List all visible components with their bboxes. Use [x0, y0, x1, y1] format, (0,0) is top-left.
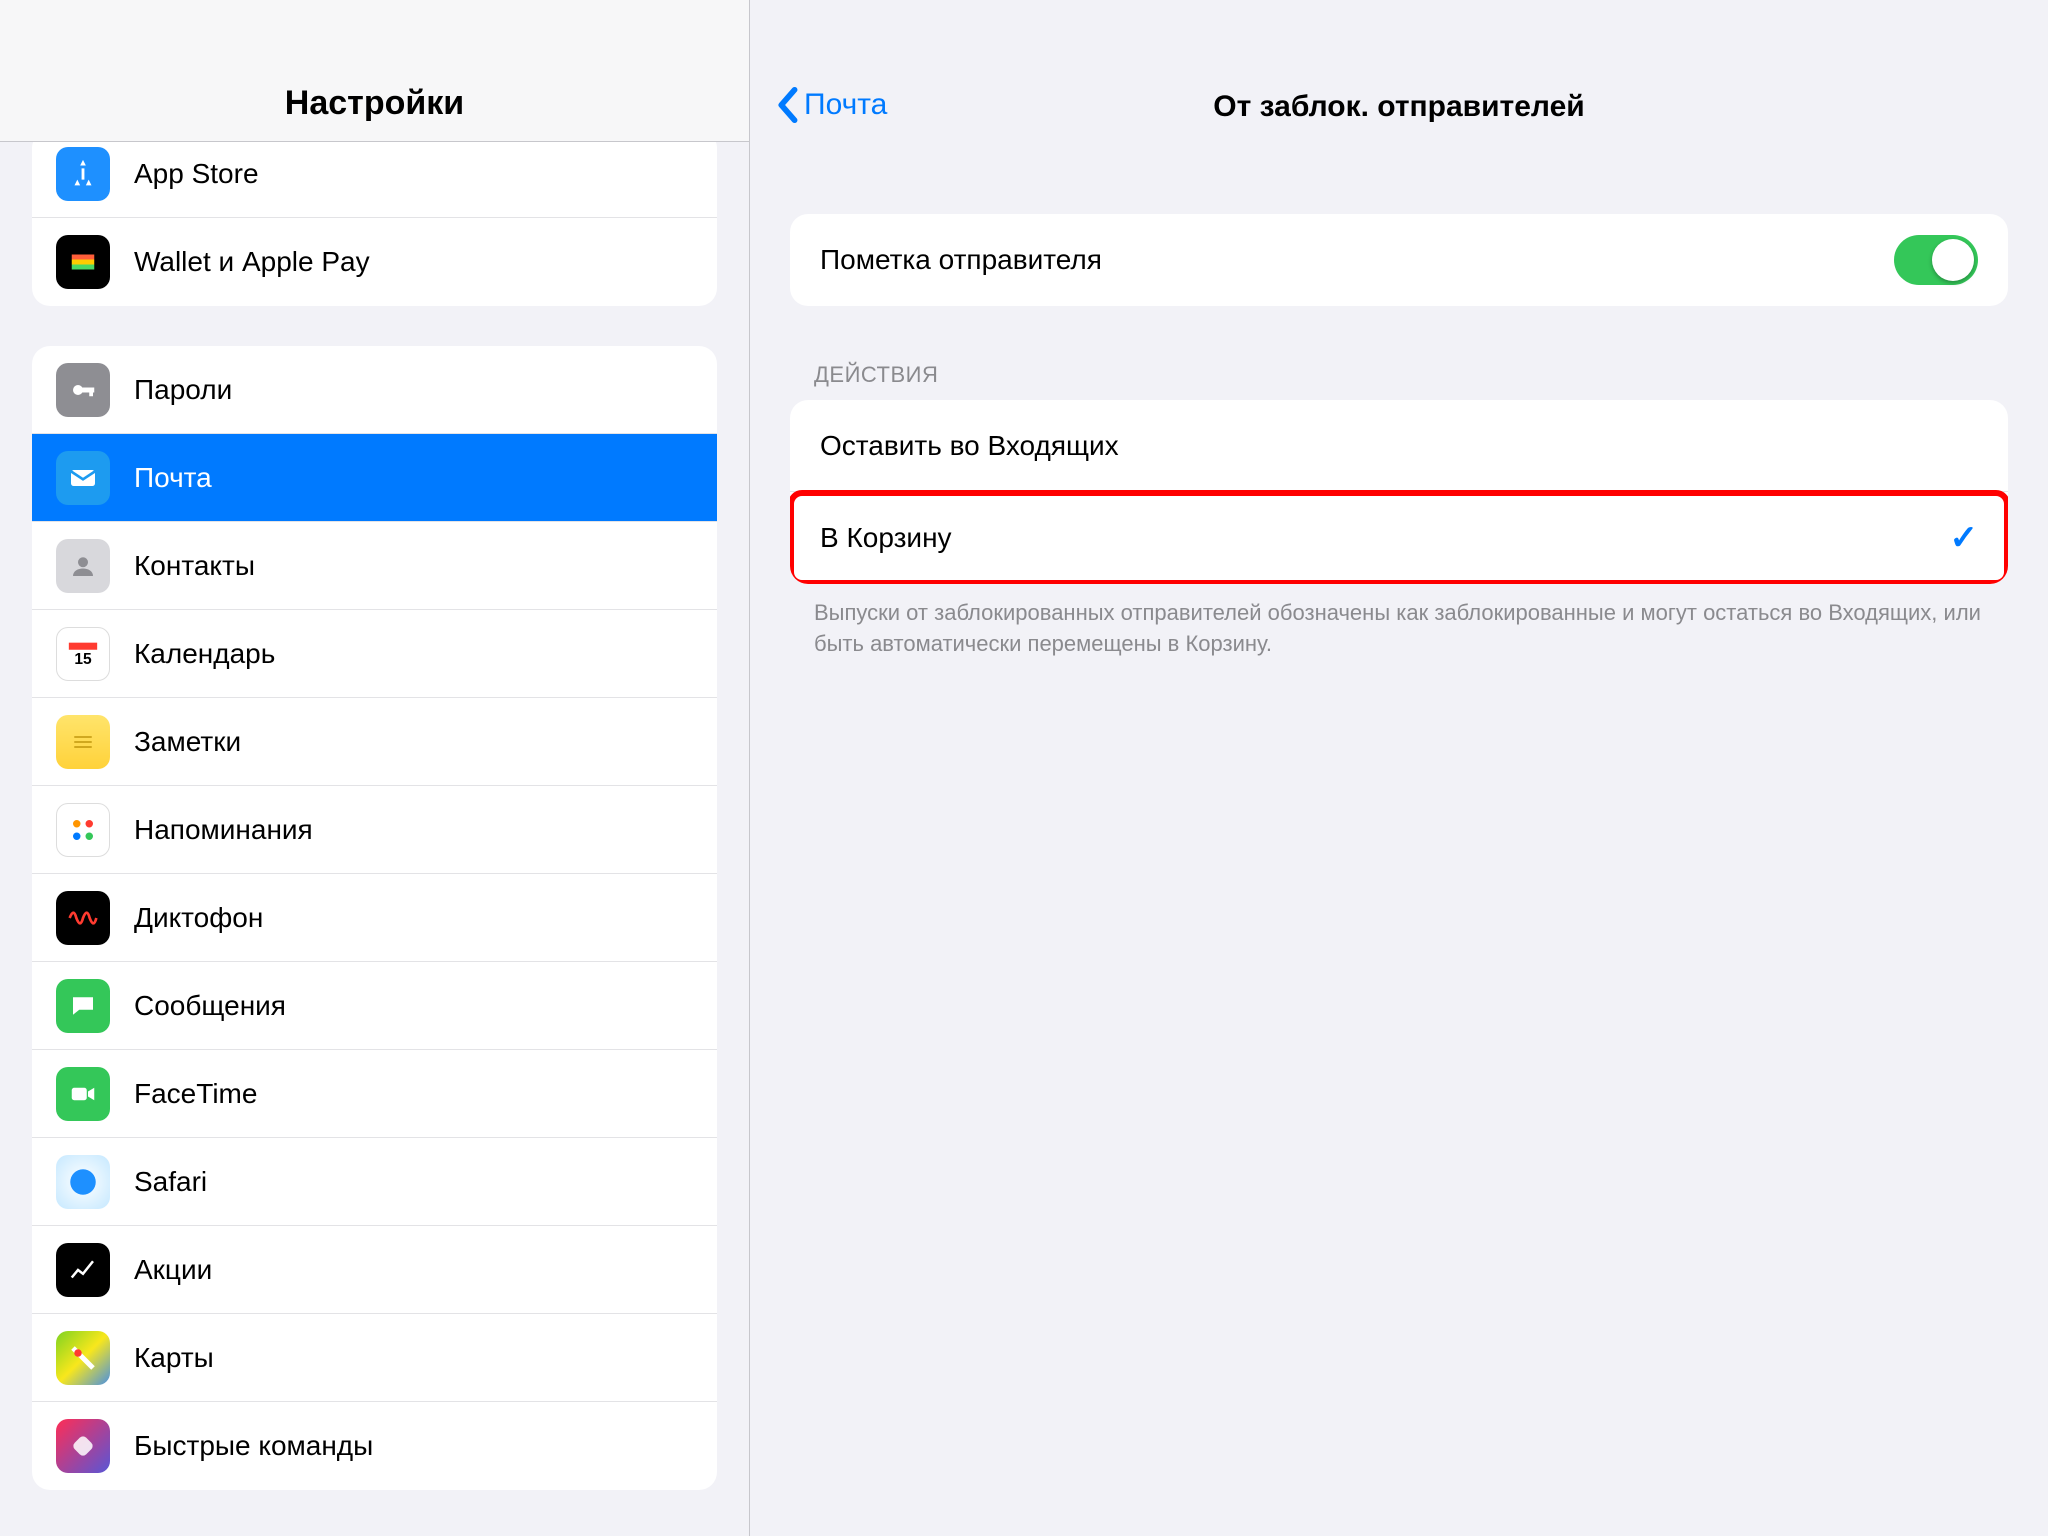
- sidebar-item-label: Safari: [134, 1166, 207, 1198]
- sidebar-item-label: Заметки: [134, 726, 241, 758]
- sidebar-item-appstore[interactable]: App Store: [32, 142, 717, 218]
- sidebar-item-label: Диктофон: [134, 902, 263, 934]
- detail-header: Почта От заблок. отправителей: [750, 0, 2048, 142]
- messages-icon: [56, 979, 110, 1033]
- sidebar-item-contacts[interactable]: Контакты: [32, 522, 717, 610]
- safari-icon: [56, 1155, 110, 1209]
- sidebar-item-label: Акции: [134, 1254, 212, 1286]
- sidebar-item-label: Быстрые команды: [134, 1430, 373, 1462]
- sidebar-item-label: Контакты: [134, 550, 255, 582]
- sidebar-item-calendar[interactable]: 15 Календарь: [32, 610, 717, 698]
- sidebar-item-stocks[interactable]: Акции: [32, 1226, 717, 1314]
- sidebar-item-safari[interactable]: Safari: [32, 1138, 717, 1226]
- contacts-icon: [56, 539, 110, 593]
- sidebar-item-label: Почта: [134, 462, 212, 494]
- mark-sender-card: Пометка отправителя: [790, 214, 2008, 306]
- sidebar-title: Настройки: [285, 84, 464, 123]
- sidebar-item-label: Сообщения: [134, 990, 286, 1022]
- mark-sender-row[interactable]: Пометка отправителя: [790, 214, 2008, 306]
- action-move-to-trash[interactable]: В Корзину ✓: [790, 492, 2008, 584]
- appstore-icon: [56, 147, 110, 201]
- sidebar-item-passwords[interactable]: Пароли: [32, 346, 717, 434]
- sidebar-item-label: Карты: [134, 1342, 214, 1374]
- sidebar-group-apps: Пароли Почта Контакты 15: [32, 346, 717, 1490]
- actions-footer-text: Выпуски от заблокированных отправителей …: [814, 598, 1984, 660]
- stocks-icon: [56, 1243, 110, 1297]
- sidebar-item-label: Календарь: [134, 638, 275, 670]
- sidebar-item-maps[interactable]: Карты: [32, 1314, 717, 1402]
- maps-icon: [56, 1331, 110, 1385]
- back-label: Почта: [804, 88, 887, 122]
- detail-pane: Почта От заблок. отправителей Пометка от…: [750, 0, 2048, 1536]
- action-leave-in-inbox[interactable]: Оставить во Входящих: [790, 400, 2008, 492]
- mark-sender-toggle[interactable]: [1894, 235, 1978, 285]
- voicememos-icon: [56, 891, 110, 945]
- action-label: Оставить во Входящих: [820, 430, 1119, 462]
- chevron-left-icon: [774, 86, 800, 124]
- checkmark-icon: ✓: [1950, 518, 1979, 558]
- sidebar-item-label: Пароли: [134, 374, 232, 406]
- svg-text:15: 15: [74, 650, 92, 667]
- sidebar-item-facetime[interactable]: FaceTime: [32, 1050, 717, 1138]
- sidebar-item-label: App Store: [134, 158, 259, 190]
- key-icon: [56, 363, 110, 417]
- sidebar-item-notes[interactable]: Заметки: [32, 698, 717, 786]
- sidebar-item-voicememos[interactable]: Диктофон: [32, 874, 717, 962]
- mail-icon: [56, 451, 110, 505]
- calendar-icon: 15: [56, 627, 110, 681]
- notes-icon: [56, 715, 110, 769]
- detail-title: От заблок. отправителей: [750, 90, 2048, 124]
- sidebar-item-reminders[interactable]: Напоминания: [32, 786, 717, 874]
- actions-card: Оставить во Входящих В Корзину ✓: [790, 400, 2008, 584]
- sidebar-item-label: FaceTime: [134, 1078, 257, 1110]
- wallet-icon: [56, 235, 110, 289]
- sidebar-item-mail[interactable]: Почта: [32, 434, 717, 522]
- sidebar-header: Настройки: [0, 0, 749, 142]
- settings-sidebar: Настройки App Store Wallet и Apple Pay: [0, 0, 750, 1536]
- back-button[interactable]: Почта: [774, 86, 887, 124]
- sidebar-item-label: Wallet и Apple Pay: [134, 246, 370, 278]
- sidebar-item-shortcuts[interactable]: Быстрые команды: [32, 1402, 717, 1490]
- sidebar-item-messages[interactable]: Сообщения: [32, 962, 717, 1050]
- sidebar-item-label: Напоминания: [134, 814, 313, 846]
- action-label: В Корзину: [820, 522, 952, 554]
- reminders-icon: [56, 803, 110, 857]
- sidebar-item-wallet[interactable]: Wallet и Apple Pay: [32, 218, 717, 306]
- actions-header: ДЕЙСТВИЯ: [814, 362, 2008, 388]
- sidebar-group-store: App Store Wallet и Apple Pay: [32, 142, 717, 306]
- facetime-icon: [56, 1067, 110, 1121]
- mark-sender-label: Пометка отправителя: [820, 244, 1102, 276]
- shortcuts-icon: [56, 1419, 110, 1473]
